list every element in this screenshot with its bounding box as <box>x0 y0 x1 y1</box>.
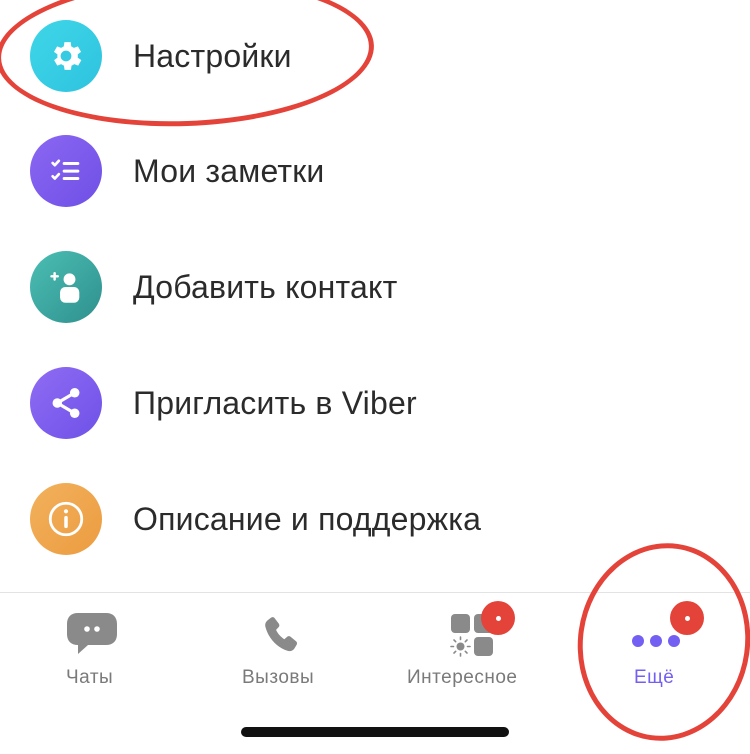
menu-item-settings[interactable]: Настройки <box>0 0 750 114</box>
gear-icon <box>30 20 102 92</box>
menu-item-label: Пригласить в Viber <box>133 384 417 421</box>
menu-item-label: Настройки <box>133 37 292 74</box>
menu-item-my-notes[interactable]: Мои заметки <box>0 113 750 229</box>
tab-label: Чаты <box>66 667 114 688</box>
tab-label: Интересное <box>407 667 518 688</box>
tab-explore[interactable]: Интересное <box>398 593 538 703</box>
tab-more[interactable]: Ещё <box>600 593 710 703</box>
checklist-icon <box>30 135 102 207</box>
menu-item-label: Мои заметки <box>133 152 325 189</box>
menu-item-label: Добавить контакт <box>133 268 398 305</box>
tab-calls[interactable]: Вызовы <box>221 593 341 703</box>
menu-item-invite-viber[interactable]: Пригласить в Viber <box>0 345 750 461</box>
menu-item-about-support[interactable]: Описание и поддержка <box>0 461 750 577</box>
notification-badge <box>481 601 515 635</box>
menu-item-label: Описание и поддержка <box>133 500 482 537</box>
menu-item-add-contact[interactable]: Добавить контакт <box>0 229 750 345</box>
phone-icon <box>251 609 311 661</box>
tab-chats[interactable]: Чаты <box>32 593 152 703</box>
home-indicator[interactable] <box>241 727 509 737</box>
notification-badge <box>670 601 704 635</box>
add-contact-icon <box>30 251 102 323</box>
more-screen: Настройки Мои заметки Добавить контакт П… <box>0 0 750 754</box>
tab-label: Вызовы <box>242 667 315 688</box>
share-icon <box>30 367 102 439</box>
tab-label: Ещё <box>634 667 675 688</box>
info-icon <box>30 483 102 555</box>
chat-bubble-icon <box>62 609 122 661</box>
